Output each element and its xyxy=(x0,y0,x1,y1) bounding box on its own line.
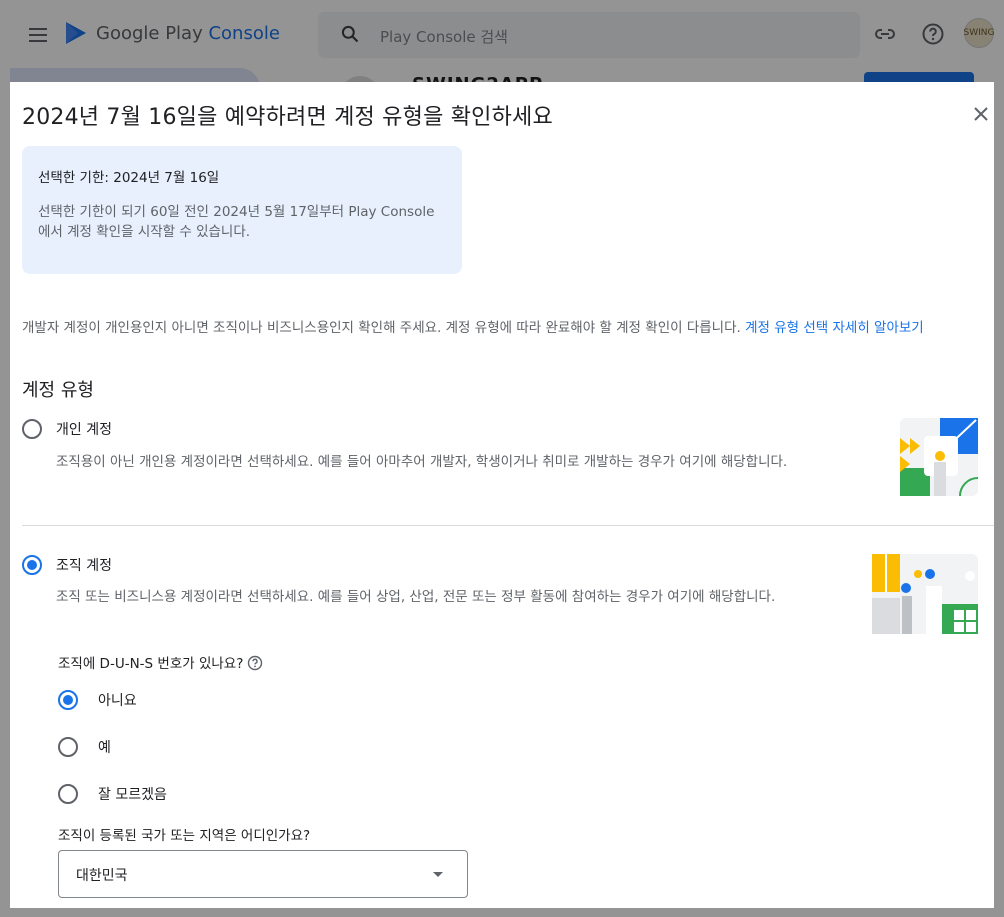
country-select-value: 대한민국 xyxy=(76,868,128,884)
organization-account-label: 조직 계정 xyxy=(56,558,112,574)
duns-question: 조직에 D-U-N-S 번호가 있나요? xyxy=(58,652,263,672)
country-select[interactable]: 대한민국 xyxy=(58,850,468,898)
personal-account-illustration xyxy=(900,418,978,496)
organization-account-description: 조직 또는 비즈니스용 계정이라면 선택하세요. 예를 들어 상업, 산업, 전… xyxy=(56,589,776,605)
intro-text: 개발자 계정이 개인용인지 아니면 조직이나 비즈니스용인지 확인해 주세요. … xyxy=(22,320,924,336)
account-type-dialog: 2024년 7월 16일을 예약하려면 계정 유형을 확인하세요 선택한 기한:… xyxy=(10,82,994,908)
learn-more-link[interactable]: 계정 유형 선택 자세히 알아보기 xyxy=(745,320,924,336)
personal-account-description: 조직용이 아닌 개인용 계정이라면 선택하세요. 예를 들어 아마추어 개발자,… xyxy=(56,454,788,470)
country-question: 조직이 등록된 국가 또는 지역은 어디인가요? xyxy=(58,828,311,844)
section-heading: 계정 유형 xyxy=(22,380,94,401)
duns-yes-radio[interactable] xyxy=(58,737,78,757)
organization-account-illustration xyxy=(872,554,978,634)
organization-account-radio[interactable] xyxy=(22,555,42,575)
duns-unsure-radio[interactable] xyxy=(58,784,78,804)
personal-account-label: 개인 계정 xyxy=(56,422,112,438)
option-divider xyxy=(22,525,994,526)
dropdown-arrow-icon xyxy=(433,872,443,877)
personal-account-radio[interactable] xyxy=(22,419,42,439)
deadline-description: 선택한 기한이 되기 60일 전인 2024년 5월 17일부터 Play Co… xyxy=(38,204,435,240)
close-icon[interactable] xyxy=(971,104,991,124)
duns-no-radio[interactable] xyxy=(58,690,78,710)
duns-yes-label: 예 xyxy=(98,740,111,756)
duns-no-label: 아니요 xyxy=(98,693,137,709)
dialog-title: 2024년 7월 16일을 예약하려면 계정 유형을 확인하세요 xyxy=(22,105,553,130)
deadline-info-card: 선택한 기한: 2024년 7월 16일 선택한 기한이 되기 60일 전인 2… xyxy=(22,146,462,274)
duns-help-icon[interactable] xyxy=(247,655,263,671)
duns-unsure-label: 잘 모르겠음 xyxy=(98,787,167,803)
selected-deadline: 선택한 기한: 2024년 7월 16일 xyxy=(38,170,220,186)
